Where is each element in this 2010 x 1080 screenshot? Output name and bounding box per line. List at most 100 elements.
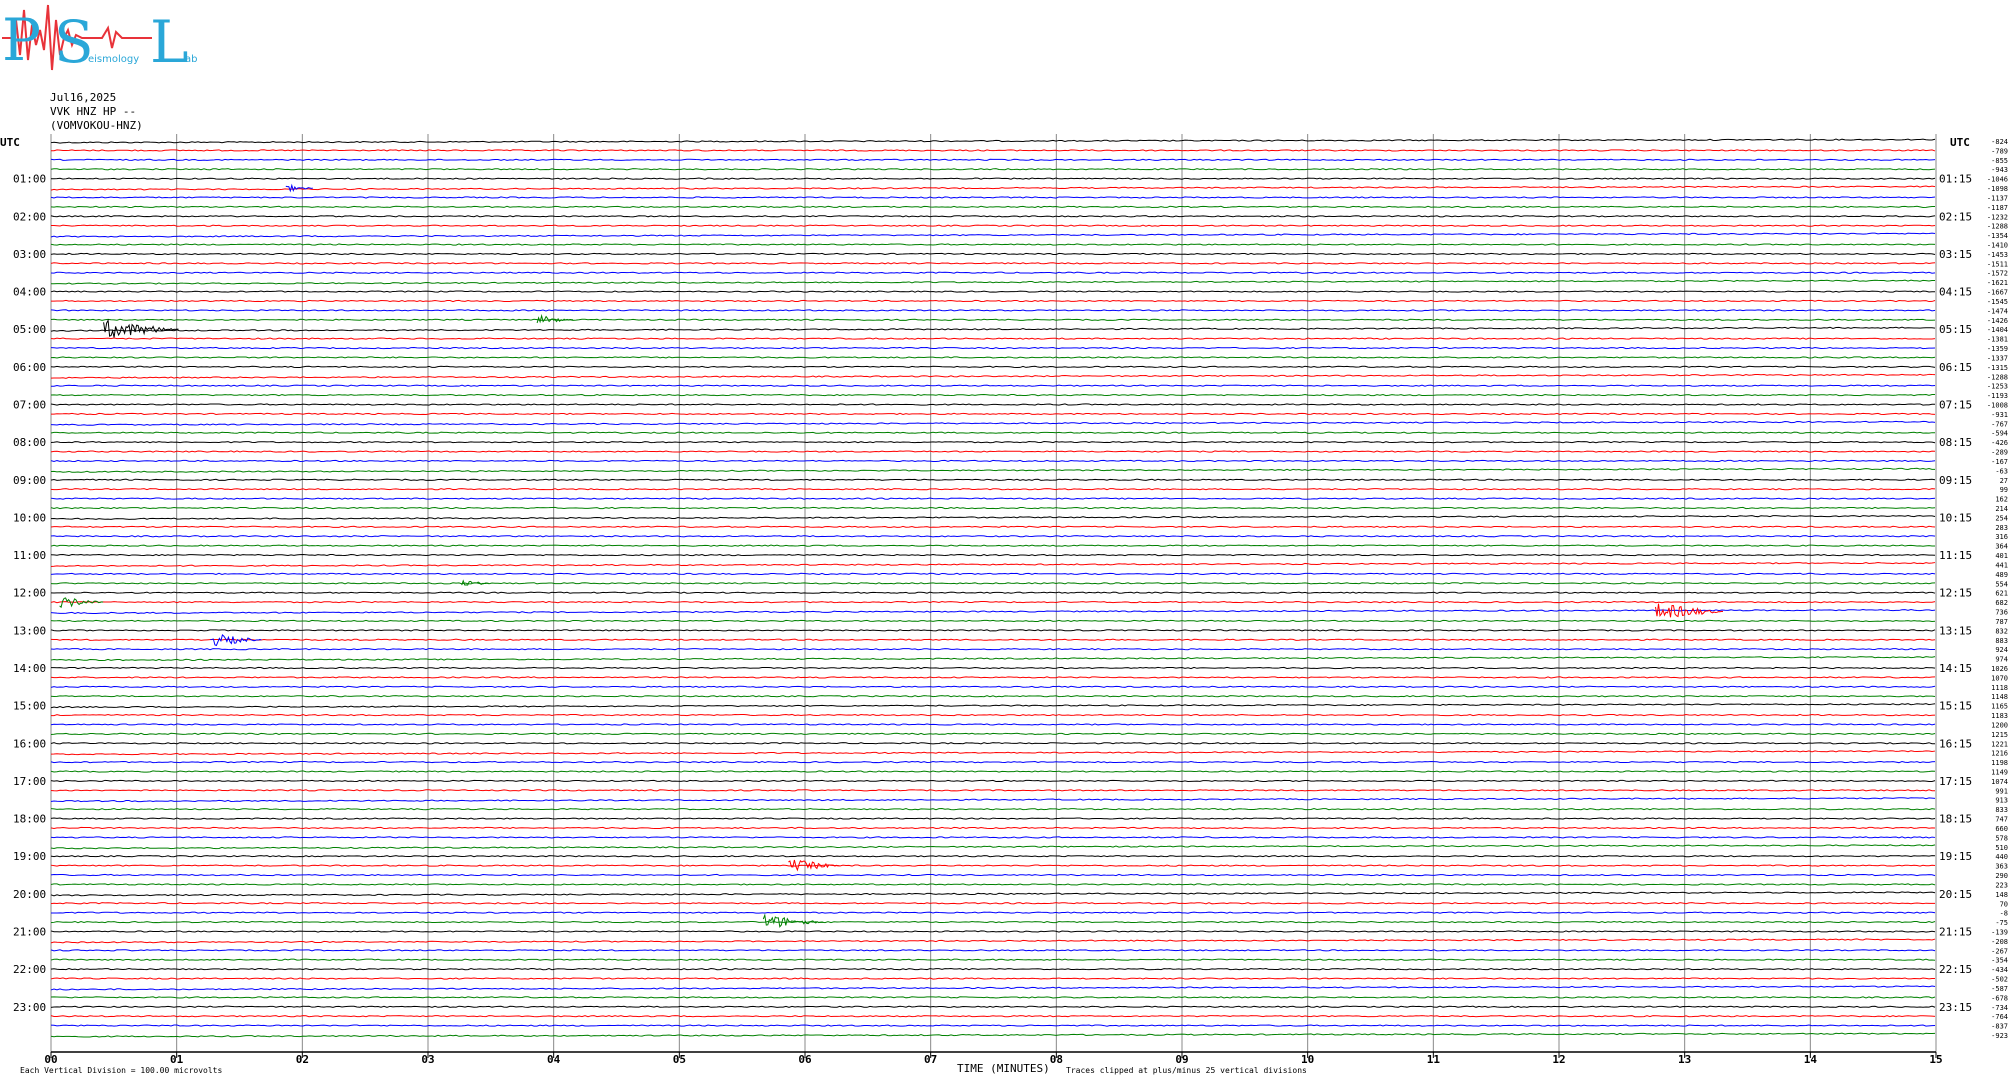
- offset-label: 440: [1995, 853, 2008, 861]
- offset-label: 1200: [1991, 721, 2008, 729]
- event-burst-7: [788, 859, 840, 872]
- offset-label: 578: [1995, 834, 2008, 842]
- trace-26: [50, 384, 1936, 387]
- trace-83: [50, 920, 1936, 924]
- trace-36: [50, 478, 1936, 481]
- offset-label: 554: [1995, 580, 2008, 588]
- trace-10: [50, 232, 1936, 238]
- offset-label: -1288: [1987, 223, 2008, 231]
- offset-label: -1337: [1987, 354, 2008, 362]
- trace-87: [50, 958, 1936, 961]
- offset-label: -1410: [1987, 242, 2008, 250]
- trace-46: [50, 572, 1936, 575]
- trace-75: [50, 844, 1936, 850]
- left-hour-label: 03:00: [13, 248, 46, 261]
- trace-92: [50, 1005, 1936, 1008]
- offset-label: -1288: [1987, 373, 2008, 381]
- x-tick-label: 04: [547, 1053, 561, 1066]
- offset-label: -1426: [1987, 317, 2008, 325]
- trace-7: [50, 205, 1936, 209]
- footer-left-note: Each Vertical Division = 100.00 microvol…: [20, 1066, 222, 1075]
- trace-9: [50, 224, 1936, 227]
- right-hour-label: 20:15: [1939, 888, 1972, 901]
- offset-label: 254: [1995, 514, 2008, 522]
- offset-label: -1008: [1987, 401, 2008, 409]
- offset-label: -1381: [1987, 336, 2008, 344]
- offset-label: -1511: [1987, 260, 2008, 268]
- offset-label: 736: [1995, 609, 2008, 617]
- offset-label: 833: [1995, 806, 2008, 814]
- offset-label: -767: [1991, 420, 2008, 428]
- trace-63: [50, 732, 1936, 735]
- offset-label: -1098: [1987, 185, 2008, 193]
- offset-label: 283: [1995, 524, 2008, 532]
- right-hour-label: 22:15: [1939, 963, 1972, 976]
- trace-39: [50, 506, 1936, 510]
- right-hour-label: 15:15: [1939, 700, 1972, 713]
- x-tick-label: 15: [1929, 1053, 1942, 1066]
- offset-label: 148: [1995, 891, 2008, 899]
- trace-38: [50, 497, 1936, 500]
- offset-label: -75: [1995, 919, 2008, 927]
- trace-32: [50, 441, 1936, 444]
- offset-label: 401: [1995, 552, 2008, 560]
- event-burst-8: [762, 913, 824, 928]
- offset-label: 70: [2000, 900, 2008, 908]
- offset-label: 290: [1995, 872, 2008, 880]
- left-hour-label: 02:00: [13, 210, 46, 223]
- offset-label: -1046: [1987, 176, 2008, 184]
- left-utc-label: UTC: [0, 136, 20, 149]
- event-burst-2: [103, 318, 179, 338]
- offset-label: -824: [1991, 138, 2008, 146]
- footer-right-note: Traces clipped at plus/minus 25 vertical…: [1066, 1066, 1307, 1075]
- offset-label: -1315: [1987, 364, 2008, 372]
- right-hour-label: 13:15: [1939, 624, 1972, 637]
- trace-19: [50, 318, 1936, 321]
- left-hour-label: 05:00: [13, 323, 46, 336]
- event-burst-1: [536, 313, 574, 324]
- offset-label: 363: [1995, 863, 2008, 871]
- offset-label: -354: [1991, 957, 2008, 965]
- offset-label: 510: [1995, 844, 2008, 852]
- trace-51: [50, 619, 1936, 623]
- trace-72: [50, 817, 1936, 820]
- trace-57: [50, 676, 1936, 679]
- x-tick-label: 13: [1678, 1053, 1691, 1066]
- x-tick-label: 01: [170, 1053, 184, 1066]
- trace-22: [50, 346, 1936, 350]
- trace-6: [50, 196, 1936, 199]
- trace-47: [50, 582, 1936, 585]
- offset-label: 747: [1995, 816, 2008, 824]
- x-tick-label: 14: [1804, 1053, 1818, 1066]
- right-hour-label: 01:15: [1939, 173, 1972, 186]
- left-hour-label: 10:00: [13, 511, 46, 524]
- right-utc-label: UTC: [1950, 136, 1970, 149]
- trace-50: [50, 608, 1936, 615]
- trace-48: [50, 591, 1936, 594]
- offset-label: -267: [1991, 947, 2008, 955]
- offset-label: -1667: [1987, 289, 2008, 297]
- offset-label: -426: [1991, 439, 2008, 447]
- offset-label: 621: [1995, 590, 2008, 598]
- offset-label: 660: [1995, 825, 2008, 833]
- left-hour-label: 19:00: [13, 850, 46, 863]
- offset-label: -678: [1991, 994, 2008, 1002]
- left-hour-label: 13:00: [13, 624, 46, 637]
- offset-label: -502: [1991, 976, 2008, 984]
- trace-59: [50, 695, 1936, 698]
- trace-73: [50, 826, 1936, 830]
- right-hour-label: 10:15: [1939, 511, 1972, 524]
- offset-label: -837: [1991, 1023, 2008, 1031]
- offset-label: -208: [1991, 938, 2008, 946]
- offset-label: -594: [1991, 430, 2008, 438]
- trace-60: [50, 703, 1936, 709]
- right-hour-label: 18:15: [1939, 813, 1972, 826]
- offset-label: 162: [1995, 496, 2008, 504]
- trace-55: [50, 656, 1936, 662]
- right-hour-label: 09:15: [1939, 474, 1972, 487]
- left-hour-label: 18:00: [13, 813, 46, 826]
- trace-77: [50, 864, 1936, 867]
- right-hour-label: 11:15: [1939, 549, 1972, 562]
- trace-30: [50, 420, 1936, 426]
- offset-label: -764: [1991, 1013, 2008, 1021]
